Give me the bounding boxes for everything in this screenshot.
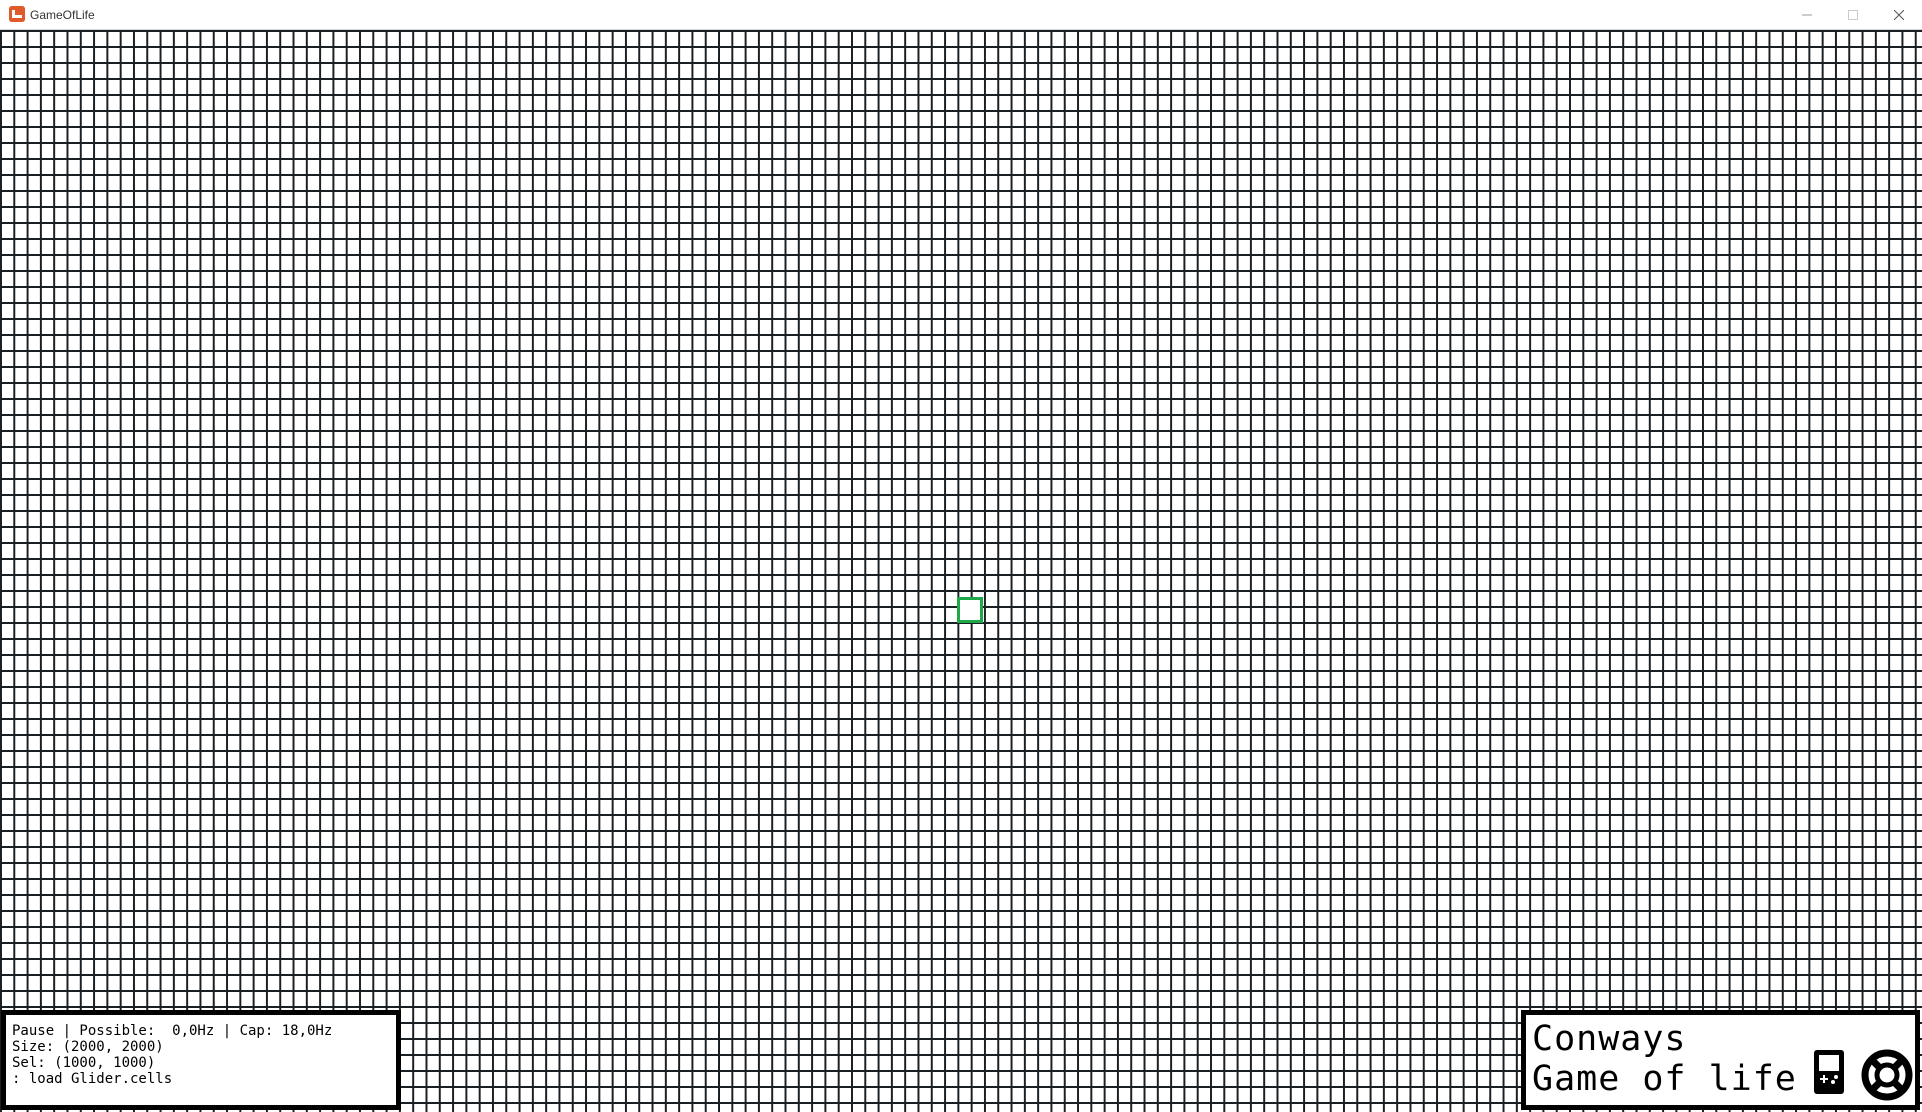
title-panel: Conways Game of life [1521, 1010, 1920, 1110]
gameboy-icon [1814, 1050, 1844, 1094]
game-title: Conways Game of life [1532, 1019, 1797, 1099]
window-title: GameOfLife [30, 8, 95, 22]
game-window: GameOfLife Pause | Possible: 0,0Hz | Cap… [0, 0, 1922, 1112]
selected-cell-cursor[interactable] [957, 597, 983, 623]
lifebuoy-icon [1861, 1049, 1913, 1101]
minimize-button[interactable] [1784, 0, 1830, 29]
close-icon [1894, 9, 1904, 20]
size-line: Size: (2000, 2000) [12, 1039, 164, 1055]
title-bar[interactable]: GameOfLife [0, 0, 1922, 30]
close-button[interactable] [1876, 0, 1922, 29]
selection-line: Sel: (1000, 1000) [12, 1055, 156, 1071]
info-panel: Pause | Possible: 0,0Hz | Cap: 18,0Hz Si… [1, 1010, 401, 1110]
game-title-line1: Conways [1532, 1019, 1687, 1059]
game-title-line2: Game of life [1532, 1059, 1797, 1099]
maximize-button[interactable] [1830, 0, 1876, 29]
cell-grid[interactable] [0, 30, 1922, 1112]
monogame-logo-icon [9, 6, 25, 22]
command-line[interactable]: : load Glider.cells [12, 1071, 390, 1087]
maximize-icon [1848, 9, 1858, 20]
status-line: Pause | Possible: 0,0Hz | Cap: 18,0Hz [12, 1023, 333, 1039]
minimize-icon [1802, 14, 1812, 15]
